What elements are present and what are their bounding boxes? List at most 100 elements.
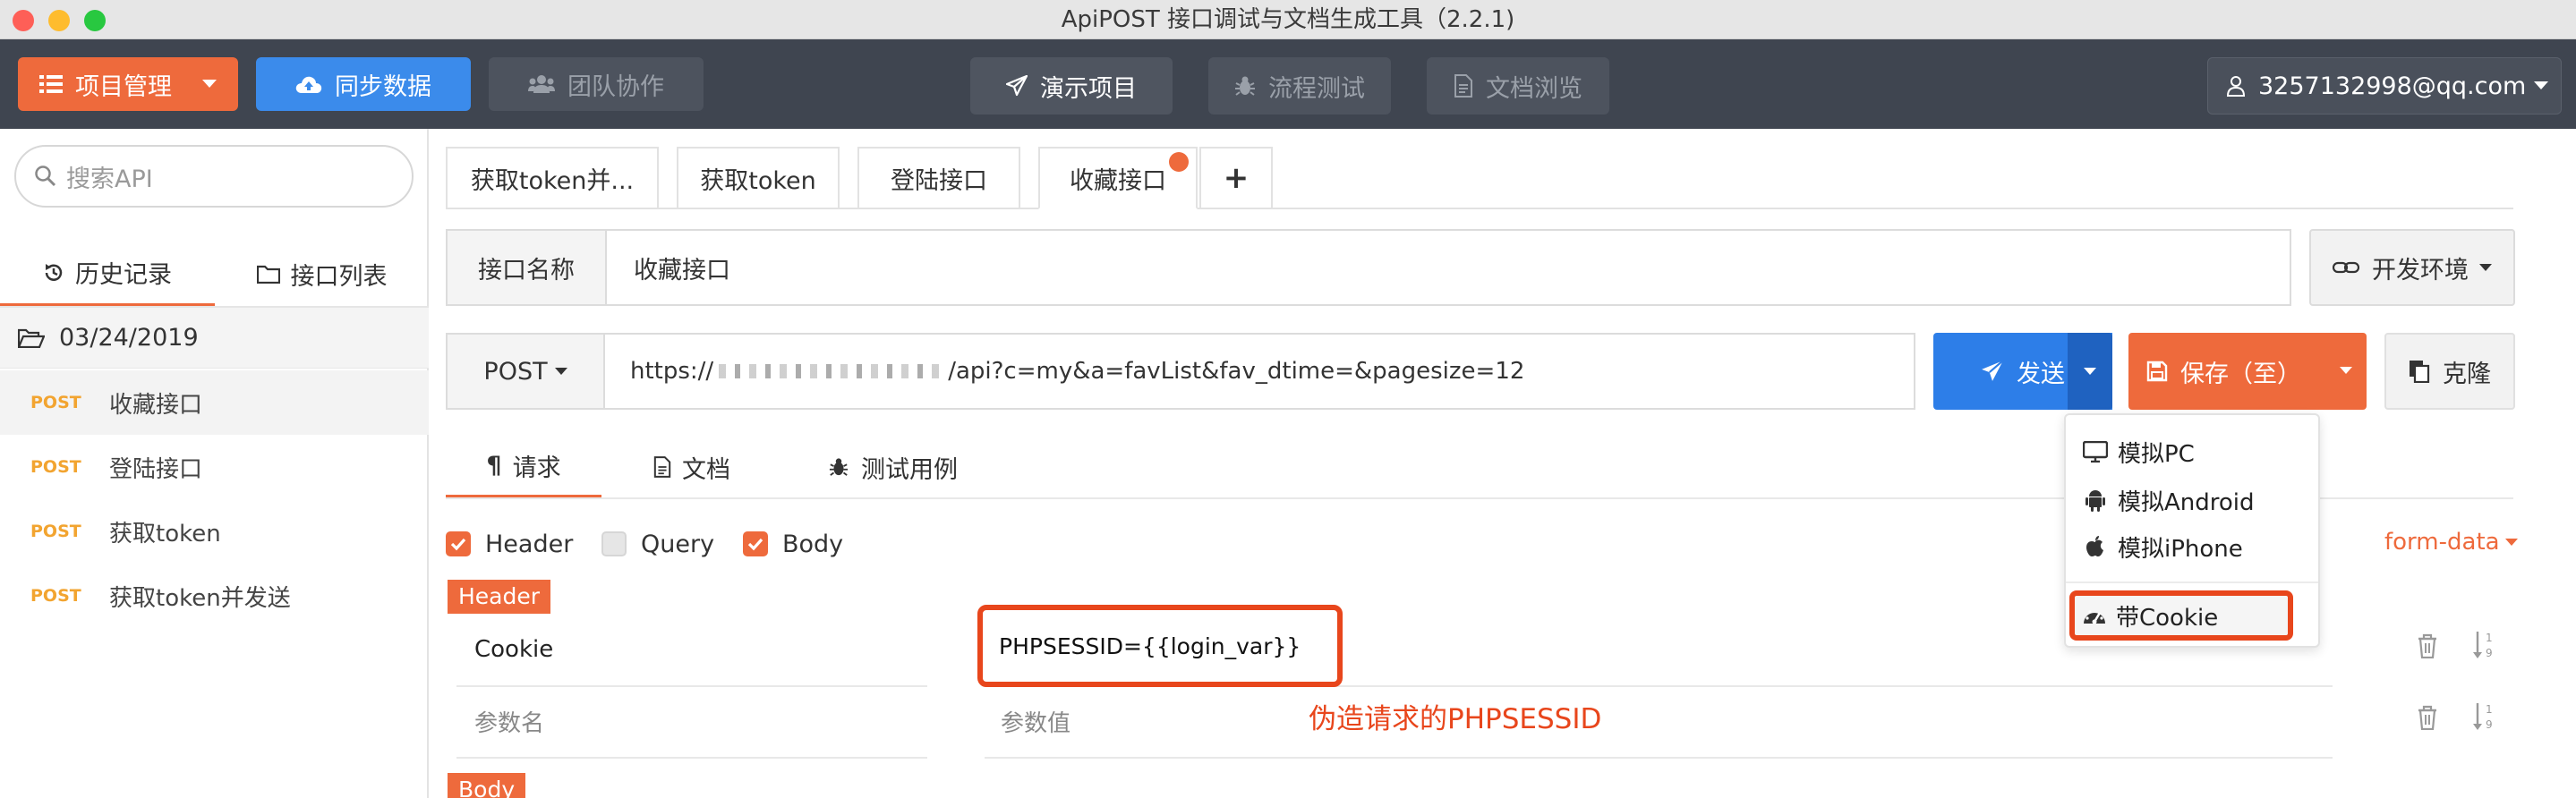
copy-icon (2409, 360, 2430, 383)
environment-label: 开发环境 (2372, 256, 2469, 284)
sort-icon[interactable]: 19 (2472, 701, 2497, 732)
caret-down-icon (554, 367, 567, 376)
project-menu-button[interactable]: 项目管理 (18, 57, 238, 111)
paragraph-icon: ¶ (486, 452, 502, 480)
body-type-select[interactable]: form-data (2384, 524, 2518, 560)
header-key-value: Cookie (474, 636, 554, 663)
svg-text:9: 9 (2486, 718, 2493, 731)
unsaved-dot (1169, 152, 1189, 172)
redacted-host (719, 364, 943, 378)
request-tab[interactable]: 登陆接口 (857, 147, 1020, 208)
menu-item-android[interactable]: 模拟Android (2082, 478, 2255, 522)
send-options-menu: 模拟PC 模拟Android 模拟iPhone 带Cookie (2064, 413, 2320, 648)
caret-down-icon (2534, 81, 2548, 90)
team-collab-label: 团队协作 (567, 72, 664, 101)
demo-project-label: 演示项目 (1040, 74, 1137, 103)
row-divider (985, 757, 2333, 759)
save-button[interactable]: 保存（至） (2128, 333, 2367, 410)
flow-test-label: 流程测试 (1268, 74, 1365, 103)
param-value-placeholder: 参数值 (1001, 709, 1071, 737)
menu-item-label: 模拟iPhone (2118, 535, 2243, 563)
link-icon (2333, 259, 2359, 276)
account-button[interactable]: 3257132998@qq.com (2207, 57, 2562, 115)
sort-icon[interactable]: 19 (2472, 630, 2497, 660)
history-item[interactable]: POST 登陆接口 (0, 435, 429, 499)
menu-item-label: 模拟PC (2118, 440, 2195, 468)
header-key-input[interactable]: Cookie (474, 623, 927, 676)
send-options-toggle[interactable] (2068, 333, 2112, 410)
history-item[interactable]: POST 收藏接口 (0, 370, 429, 435)
search-icon (34, 165, 57, 188)
sync-data-label: 同步数据 (335, 72, 431, 101)
history-item[interactable]: POST 获取token并发送 (0, 564, 429, 628)
tab-request[interactable]: ¶ 请求 (446, 437, 601, 497)
row-divider (456, 757, 927, 759)
header-section-tag: Header (448, 580, 551, 614)
menu-item-cookie[interactable]: 带Cookie (2069, 590, 2293, 641)
tab-docs[interactable]: 文档 (653, 437, 761, 497)
menu-divider (2066, 582, 2318, 583)
body-type-label: form-data (2384, 529, 2500, 556)
row-divider (456, 685, 927, 687)
api-name-field[interactable]: 接口名称 收藏接口 (446, 229, 2291, 306)
menu-item-pc[interactable]: 模拟PC (2082, 429, 2195, 474)
tab-test-cases[interactable]: 测试用例 (829, 437, 999, 497)
annotation-text: 伪造请求的PHPSESSID (1309, 703, 1602, 735)
paper-plane-icon (1981, 360, 2004, 383)
request-tab[interactable]: 获取token并... (446, 147, 659, 208)
caret-down-icon (2479, 263, 2492, 272)
header-value-input[interactable]: PHPSESSID={{login_var}} (977, 605, 1343, 687)
tab-history[interactable]: 历史记录 (0, 242, 215, 306)
demo-project-button[interactable]: 演示项目 (970, 57, 1173, 115)
unchecked-checkbox[interactable] (601, 531, 627, 556)
api-name-input[interactable]: 收藏接口 (634, 250, 730, 285)
team-collab-button[interactable]: 团队协作 (489, 57, 704, 111)
file-text-icon (1454, 74, 1473, 98)
flow-test-button[interactable]: 流程测试 (1208, 57, 1391, 115)
checked-checkbox[interactable] (446, 531, 471, 556)
menu-item-iphone[interactable]: 模拟iPhone (2082, 524, 2243, 569)
method-badge: POST (30, 586, 81, 606)
paper-plane-icon (1006, 75, 1028, 97)
trash-icon[interactable] (2417, 705, 2438, 730)
tab-docs-label: 文档 (682, 455, 730, 484)
param-name-input[interactable]: 参数名 (474, 694, 927, 748)
caret-down-icon (202, 80, 217, 89)
query-checkbox[interactable]: Query (601, 526, 714, 562)
header-value-text: PHPSESSID={{login_var}} (999, 632, 1301, 659)
url-input[interactable]: https:// /api?c=my&a=favList&fav_dtime=&… (603, 333, 1915, 410)
clone-label: 克隆 (2443, 360, 2491, 388)
trash-icon[interactable] (2417, 633, 2438, 658)
date-group[interactable]: 03/24/2019 (0, 306, 429, 369)
history-item[interactable]: POST 获取token (0, 499, 429, 564)
file-icon (653, 456, 671, 478)
search-input[interactable]: 搜索API (14, 145, 414, 208)
method-badge: POST (30, 522, 81, 541)
add-tab-button[interactable]: + (1199, 147, 1273, 208)
request-tab[interactable]: 获取token (677, 147, 840, 208)
tab-api-list[interactable]: 接口列表 (215, 242, 429, 306)
method-select[interactable]: POST (446, 333, 605, 410)
svg-text:9: 9 (2486, 647, 2493, 659)
search-placeholder: 搜索API (66, 165, 153, 193)
history-item-name: 登陆接口 (109, 455, 203, 483)
sync-data-button[interactable]: 同步数据 (256, 57, 471, 111)
body-checkbox-label: Body (782, 530, 844, 558)
request-tab-label: 获取token (700, 166, 816, 195)
caret-down-icon (2340, 367, 2352, 375)
tab-request-label: 请求 (512, 454, 561, 482)
user-icon (2226, 75, 2246, 97)
param-name-placeholder: 参数名 (474, 709, 545, 737)
header-checkbox[interactable]: Header (446, 526, 573, 562)
bug-icon (829, 456, 849, 478)
users-icon (528, 74, 555, 94)
environment-select[interactable]: 开发环境 (2309, 229, 2515, 306)
param-value-input[interactable]: 参数值 (1001, 694, 1359, 748)
request-tab-active[interactable]: 收藏接口 (1038, 147, 1198, 209)
checked-checkbox[interactable] (743, 531, 768, 556)
caret-down-icon (2504, 538, 2518, 547)
clone-button[interactable]: 克隆 (2384, 333, 2515, 410)
body-checkbox[interactable]: Body (743, 526, 843, 562)
list-icon (39, 74, 63, 94)
doc-browse-button[interactable]: 文档浏览 (1427, 57, 1609, 115)
